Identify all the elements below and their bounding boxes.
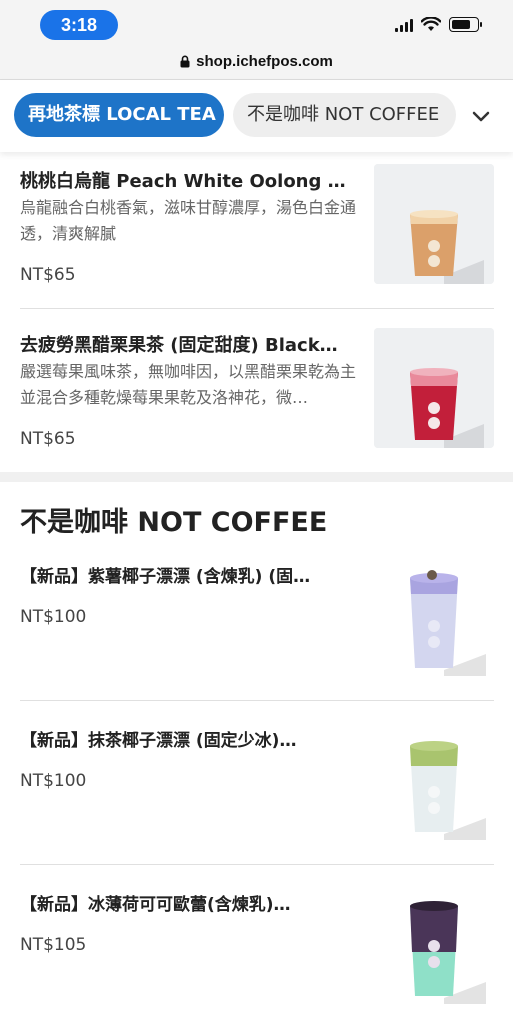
status-time[interactable]: 3:18 [40, 10, 118, 40]
url-text: shop.ichefpos.com [196, 53, 333, 70]
item-name: 去疲勞黑醋栗果茶 (固定甜度) Black… [20, 335, 338, 356]
url-bar[interactable]: shop.ichefpos.com [0, 44, 513, 80]
status-icons [395, 17, 482, 32]
item-name: 【新品】冰薄荷可可歐蕾(含煉乳)… [20, 895, 291, 915]
item-price: NT$65 [20, 429, 76, 449]
item-name: 【新品】紫薯椰子漂漂 (含煉乳) (固… [20, 567, 311, 587]
section-separator [0, 472, 513, 482]
section-title: 不是咖啡 NOT COFFEE [20, 507, 328, 538]
wifi-icon [421, 17, 441, 31]
item-image [374, 886, 494, 1006]
menu-item[interactable]: 桃桃白烏龍 Peach White Oolong Tea 烏龍融合白桃香氣，滋味… [20, 152, 494, 308]
status-bar: 3:18 [0, 0, 513, 44]
menu-item[interactable]: 【新品】抹茶椰子漂漂 (固定少冰)… NT$100 [20, 708, 494, 864]
item-image [374, 164, 494, 284]
menu-item[interactable]: 【新品】紫薯椰子漂漂 (含煉乳) (固… NT$100 [20, 544, 494, 700]
item-name: 桃桃白烏龍 Peach White Oolong Tea [20, 171, 354, 192]
item-price: NT$100 [20, 607, 87, 627]
item-image [374, 558, 494, 678]
lock-icon [180, 55, 190, 68]
divider [20, 308, 494, 309]
menu-item[interactable]: 去疲勞黑醋栗果茶 (固定甜度) Black… 嚴選莓果風味茶，無咖啡因，以黑醋栗… [20, 316, 494, 472]
item-description: 嚴選莓果風味茶，無咖啡因，以黑醋栗果乾為主並混合多種乾燥莓果果乾及洛神花，微… [20, 362, 357, 407]
battery-icon [449, 17, 482, 32]
chevron-down-icon[interactable] [469, 104, 493, 128]
cellular-signal-icon [395, 18, 413, 32]
item-name: 【新品】抹茶椰子漂漂 (固定少冰)… [20, 731, 297, 751]
item-image [374, 328, 494, 448]
divider [20, 864, 494, 865]
menu-item[interactable]: 【新品】冰薄荷可可歐蕾(含煉乳)… NT$105 [20, 872, 494, 1024]
item-description: 烏龍融合白桃香氣，滋味甘醇濃厚，湯色白金通透，清爽解膩 [20, 198, 357, 243]
item-price: NT$105 [20, 935, 87, 955]
tab-not-coffee[interactable]: 不是咖啡 NOT COFFEE [233, 93, 456, 137]
item-image [374, 722, 494, 842]
item-price: NT$100 [20, 771, 87, 791]
divider [20, 700, 494, 701]
tab-local-tea[interactable]: 再地茶標 LOCAL TEA [14, 93, 224, 137]
item-price: NT$65 [20, 265, 76, 285]
category-tabs: 再地茶標 LOCAL TEA 不是咖啡 NOT COFFEE [0, 80, 513, 152]
